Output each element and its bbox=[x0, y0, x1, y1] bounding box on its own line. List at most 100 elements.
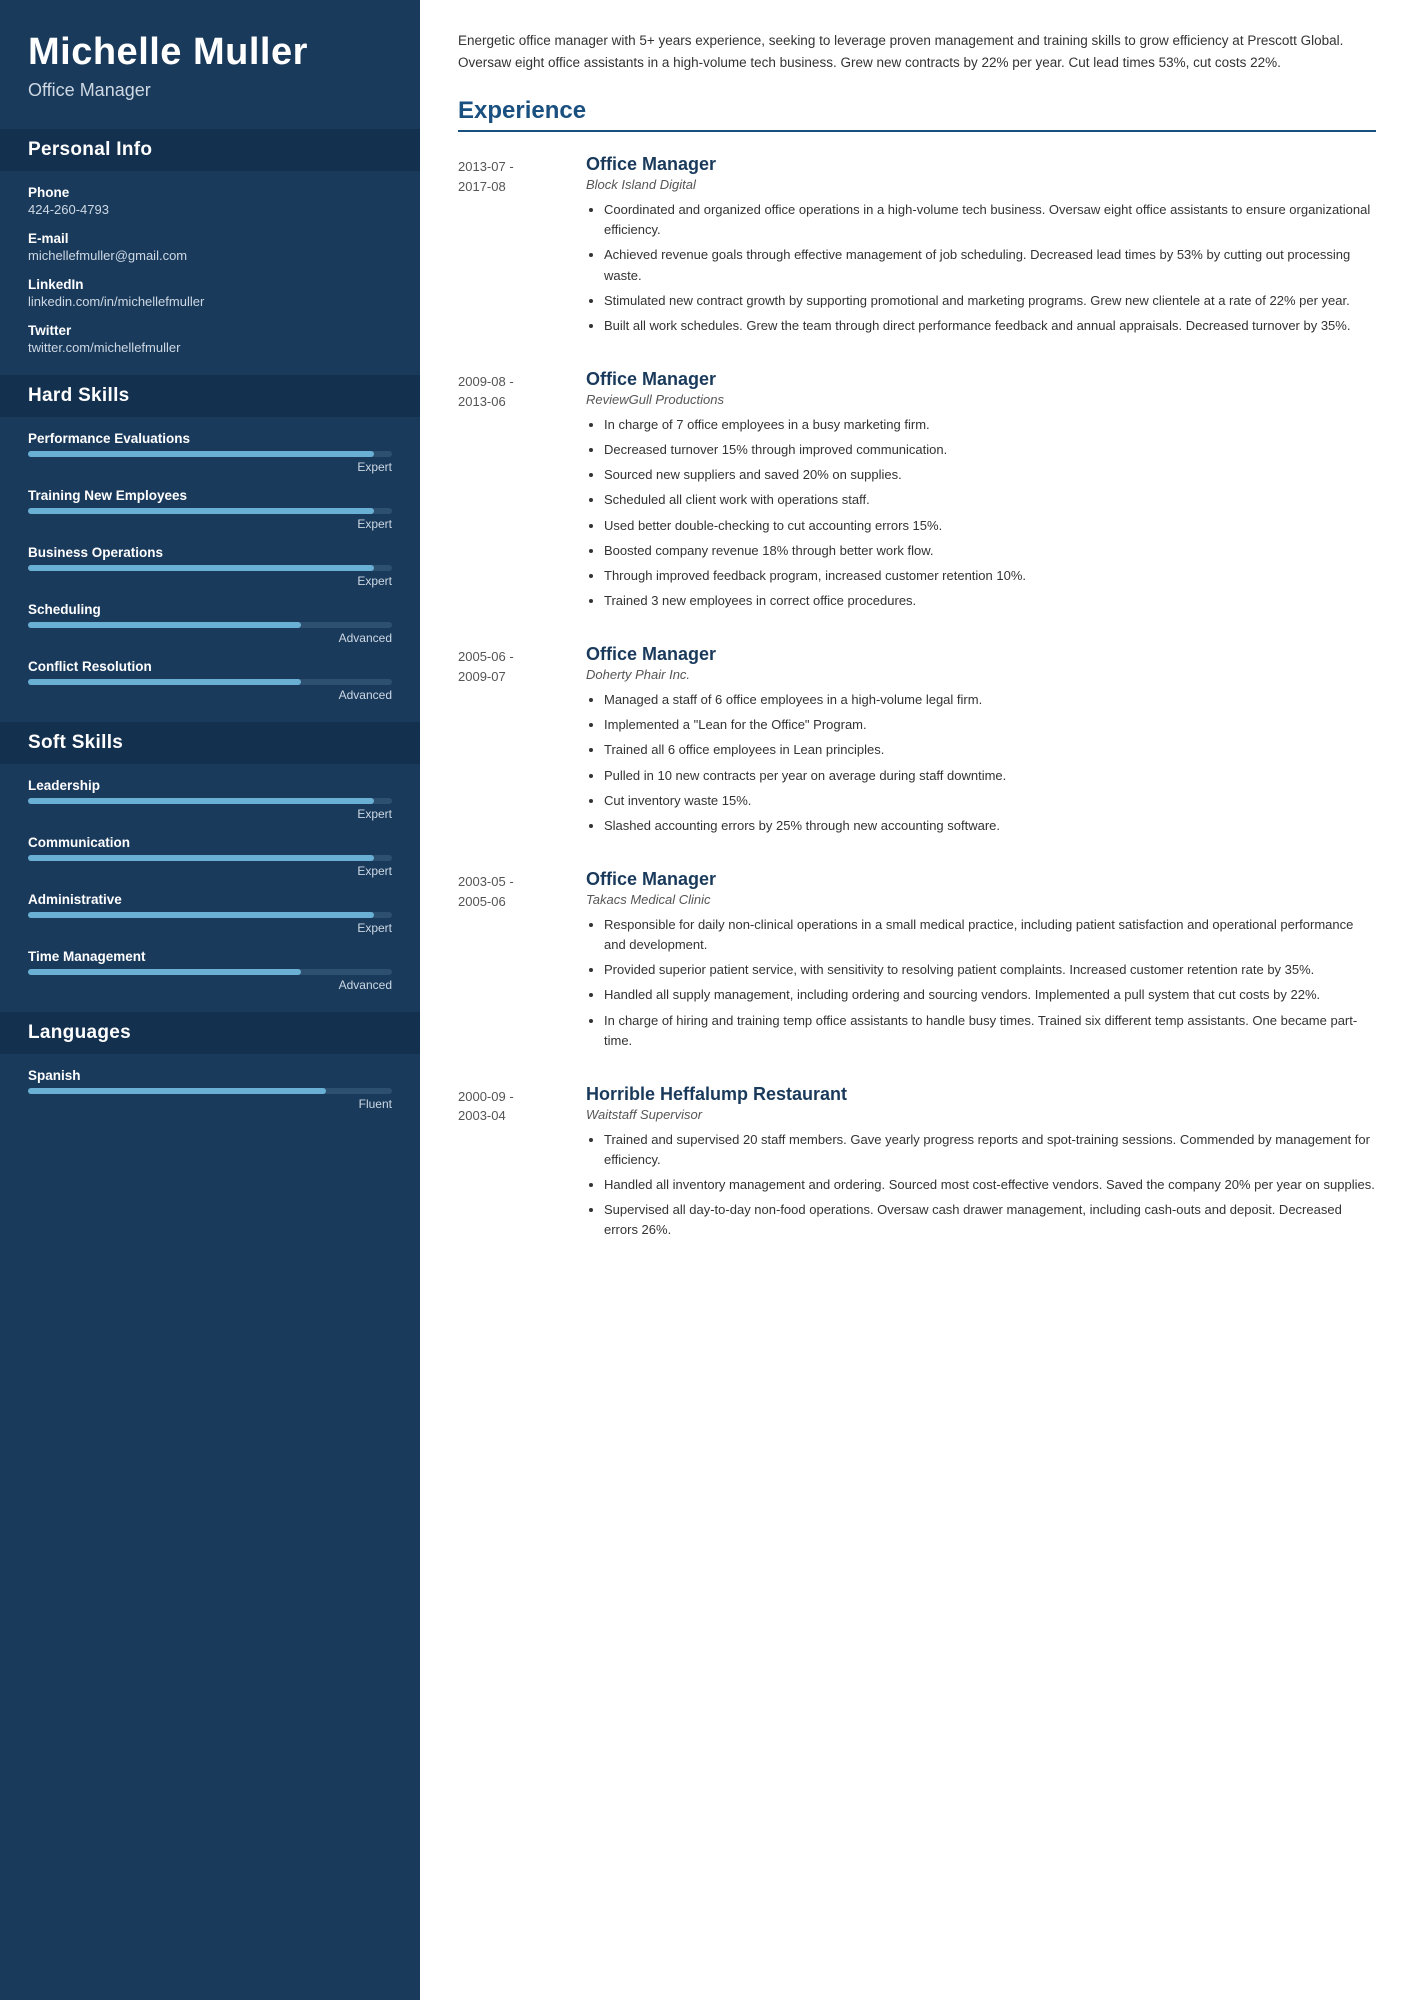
exp-company-0: Block Island Digital bbox=[586, 177, 1376, 192]
skill-training-new-employees: Training New Employees Expert bbox=[28, 488, 392, 531]
soft-skill-name-2: Administrative bbox=[28, 892, 392, 907]
exp-bullets-0: Coordinated and organized office operati… bbox=[586, 200, 1376, 336]
skill-level-3: Advanced bbox=[28, 631, 392, 645]
soft-skill-bar-fill-3 bbox=[28, 969, 301, 975]
skill-scheduling: Scheduling Advanced bbox=[28, 602, 392, 645]
soft-skill-bar-bg-2 bbox=[28, 912, 392, 918]
email-label: E-mail bbox=[28, 231, 392, 246]
lang-spanish: Spanish Fluent bbox=[28, 1068, 392, 1111]
exp-bullets-3: Responsible for daily non-clinical opera… bbox=[586, 915, 1376, 1051]
resume-container: Michelle Muller Office Manager Personal … bbox=[0, 0, 1414, 2000]
experience-entry-0: 2013-07 -2017-08Office ManagerBlock Isla… bbox=[458, 154, 1376, 341]
skill-bar-fill-0 bbox=[28, 451, 374, 457]
skill-name-4: Conflict Resolution bbox=[28, 659, 392, 674]
soft-skill-bar-bg-0 bbox=[28, 798, 392, 804]
languages-title: Languages bbox=[0, 1012, 420, 1054]
soft-skill-name-1: Communication bbox=[28, 835, 392, 850]
exp-bullet-4-0: Trained and supervised 20 staff members.… bbox=[604, 1130, 1376, 1170]
skill-bar-fill-3 bbox=[28, 622, 301, 628]
twitter-item: Twitter twitter.com/michellefmuller bbox=[28, 323, 392, 355]
exp-content-4: Horrible Heffalump RestaurantWaitstaff S… bbox=[586, 1084, 1376, 1246]
exp-bullet-2-0: Managed a staff of 6 office employees in… bbox=[604, 690, 1376, 710]
skill-bar-fill-2 bbox=[28, 565, 374, 571]
soft-skills-section: Soft Skills Leadership Expert Communicat… bbox=[0, 722, 420, 1012]
experience-entry-2: 2005-06 -2009-07 Office Manager Doherty Ph… bbox=[458, 644, 1376, 841]
experience-entry-4: 2000-09 -2003-04Horrible Heffalump Resta… bbox=[458, 1084, 1376, 1246]
exp-company-1: ReviewGull Productions bbox=[586, 392, 1376, 407]
phone-item: Phone 424-260-4793 bbox=[28, 185, 392, 217]
exp-bullet-0-3: Built all work schedules. Grew the team … bbox=[604, 316, 1376, 336]
experience-list: 2013-07 -2017-08Office ManagerBlock Isla… bbox=[458, 154, 1376, 1245]
phone-value: 424-260-4793 bbox=[28, 202, 392, 217]
exp-bullet-1-7: Trained 3 new employees in correct offic… bbox=[604, 591, 1376, 611]
exp-bullets-2: Managed a staff of 6 office employees in… bbox=[586, 690, 1376, 836]
email-item: E-mail michellefmuller@gmail.com bbox=[28, 231, 392, 263]
skill-name-0: Performance Evaluations bbox=[28, 431, 392, 446]
exp-bullet-1-6: Through improved feedback program, incre… bbox=[604, 566, 1376, 586]
exp-bullet-1-0: In charge of 7 office employees in a bus… bbox=[604, 415, 1376, 435]
candidate-job-title: Office Manager bbox=[28, 80, 392, 101]
exp-bullet-1-4: Used better double-checking to cut accou… bbox=[604, 516, 1376, 536]
skill-conflict-resolution: Conflict Resolution Advanced bbox=[28, 659, 392, 702]
exp-content-3: Office Manager Takacs Medical Clinic Respo… bbox=[586, 869, 1376, 1056]
soft-skill-time-management: Time Management Advanced bbox=[28, 949, 392, 992]
phone-label: Phone bbox=[28, 185, 392, 200]
exp-bullet-3-2: Handled all supply management, including… bbox=[604, 985, 1376, 1005]
exp-bullet-1-1: Decreased turnover 15% through improved … bbox=[604, 440, 1376, 460]
twitter-label: Twitter bbox=[28, 323, 392, 338]
exp-bullet-4-2: Supervised all day-to-day non-food opera… bbox=[604, 1200, 1376, 1240]
exp-bullet-1-5: Boosted company revenue 18% through bett… bbox=[604, 541, 1376, 561]
linkedin-value: linkedin.com/in/michellefmuller bbox=[28, 294, 392, 309]
exp-dates-2: 2005-06 -2009-07 bbox=[458, 644, 568, 841]
exp-title-2: Office Manager bbox=[586, 644, 1376, 665]
exp-content-1: Office Manager ReviewGull Productions In c… bbox=[586, 369, 1376, 616]
lang-name-0: Spanish bbox=[28, 1068, 392, 1083]
soft-skill-bar-fill-0 bbox=[28, 798, 374, 804]
languages-body: Spanish Fluent bbox=[0, 1054, 420, 1131]
personal-info-title: Personal Info bbox=[0, 129, 420, 171]
email-value: michellefmuller@gmail.com bbox=[28, 248, 392, 263]
exp-company-4: Waitstaff Supervisor bbox=[586, 1107, 1376, 1122]
summary: Energetic office manager with 5+ years e… bbox=[458, 30, 1376, 73]
exp-dates-3: 2003-05 -2005-06 bbox=[458, 869, 568, 1056]
exp-bullet-2-5: Slashed accounting errors by 25% through… bbox=[604, 816, 1376, 836]
skill-business-operations: Business Operations Expert bbox=[28, 545, 392, 588]
lang-bar-bg-0 bbox=[28, 1088, 392, 1094]
exp-title-1: Office Manager bbox=[586, 369, 1376, 390]
soft-skill-level-2: Expert bbox=[28, 921, 392, 935]
exp-bullet-2-1: Implemented a "Lean for the Office" Prog… bbox=[604, 715, 1376, 735]
soft-skill-name-0: Leadership bbox=[28, 778, 392, 793]
exp-bullet-2-4: Cut inventory waste 15%. bbox=[604, 791, 1376, 811]
exp-title-0: Office Manager bbox=[586, 154, 1376, 175]
skill-level-1: Expert bbox=[28, 517, 392, 531]
exp-company-2: Doherty Phair Inc. bbox=[586, 667, 1376, 682]
exp-dates-4: 2000-09 -2003-04 bbox=[458, 1084, 568, 1246]
languages-section: Languages Spanish Fluent bbox=[0, 1012, 420, 1131]
soft-skill-bar-bg-1 bbox=[28, 855, 392, 861]
exp-content-0: Office Manager Block Island Digital Coordi… bbox=[586, 154, 1376, 341]
exp-bullet-3-0: Responsible for daily non-clinical opera… bbox=[604, 915, 1376, 955]
soft-skill-communication: Communication Expert bbox=[28, 835, 392, 878]
soft-skill-bar-fill-2 bbox=[28, 912, 374, 918]
soft-skill-level-1: Expert bbox=[28, 864, 392, 878]
skill-bar-bg-3 bbox=[28, 622, 392, 628]
personal-info-section: Personal Info Phone 424-260-4793 E-mail … bbox=[0, 129, 420, 375]
exp-title-3: Office Manager bbox=[586, 869, 1376, 890]
skill-name-3: Scheduling bbox=[28, 602, 392, 617]
exp-company-3: Takacs Medical Clinic bbox=[586, 892, 1376, 907]
sidebar-header: Michelle Muller Office Manager bbox=[0, 0, 420, 129]
exp-bullet-0-2: Stimulated new contract growth by suppor… bbox=[604, 291, 1376, 311]
exp-bullet-2-2: Trained all 6 office employees in Lean p… bbox=[604, 740, 1376, 760]
exp-bullets-4: Trained and supervised 20 staff members.… bbox=[586, 1130, 1376, 1241]
soft-skill-name-3: Time Management bbox=[28, 949, 392, 964]
exp-bullets-1: In charge of 7 office employees in a bus… bbox=[586, 415, 1376, 611]
skill-level-2: Expert bbox=[28, 574, 392, 588]
personal-info-body: Phone 424-260-4793 E-mail michellefmulle… bbox=[0, 171, 420, 375]
soft-skill-administrative: Administrative Expert bbox=[28, 892, 392, 935]
soft-skill-bar-bg-3 bbox=[28, 969, 392, 975]
exp-bullet-3-3: In charge of hiring and training temp of… bbox=[604, 1011, 1376, 1051]
exp-bullet-2-3: Pulled in 10 new contracts per year on a… bbox=[604, 766, 1376, 786]
candidate-name: Michelle Muller bbox=[28, 32, 392, 74]
soft-skills-title: Soft Skills bbox=[0, 722, 420, 764]
skill-bar-bg-1 bbox=[28, 508, 392, 514]
